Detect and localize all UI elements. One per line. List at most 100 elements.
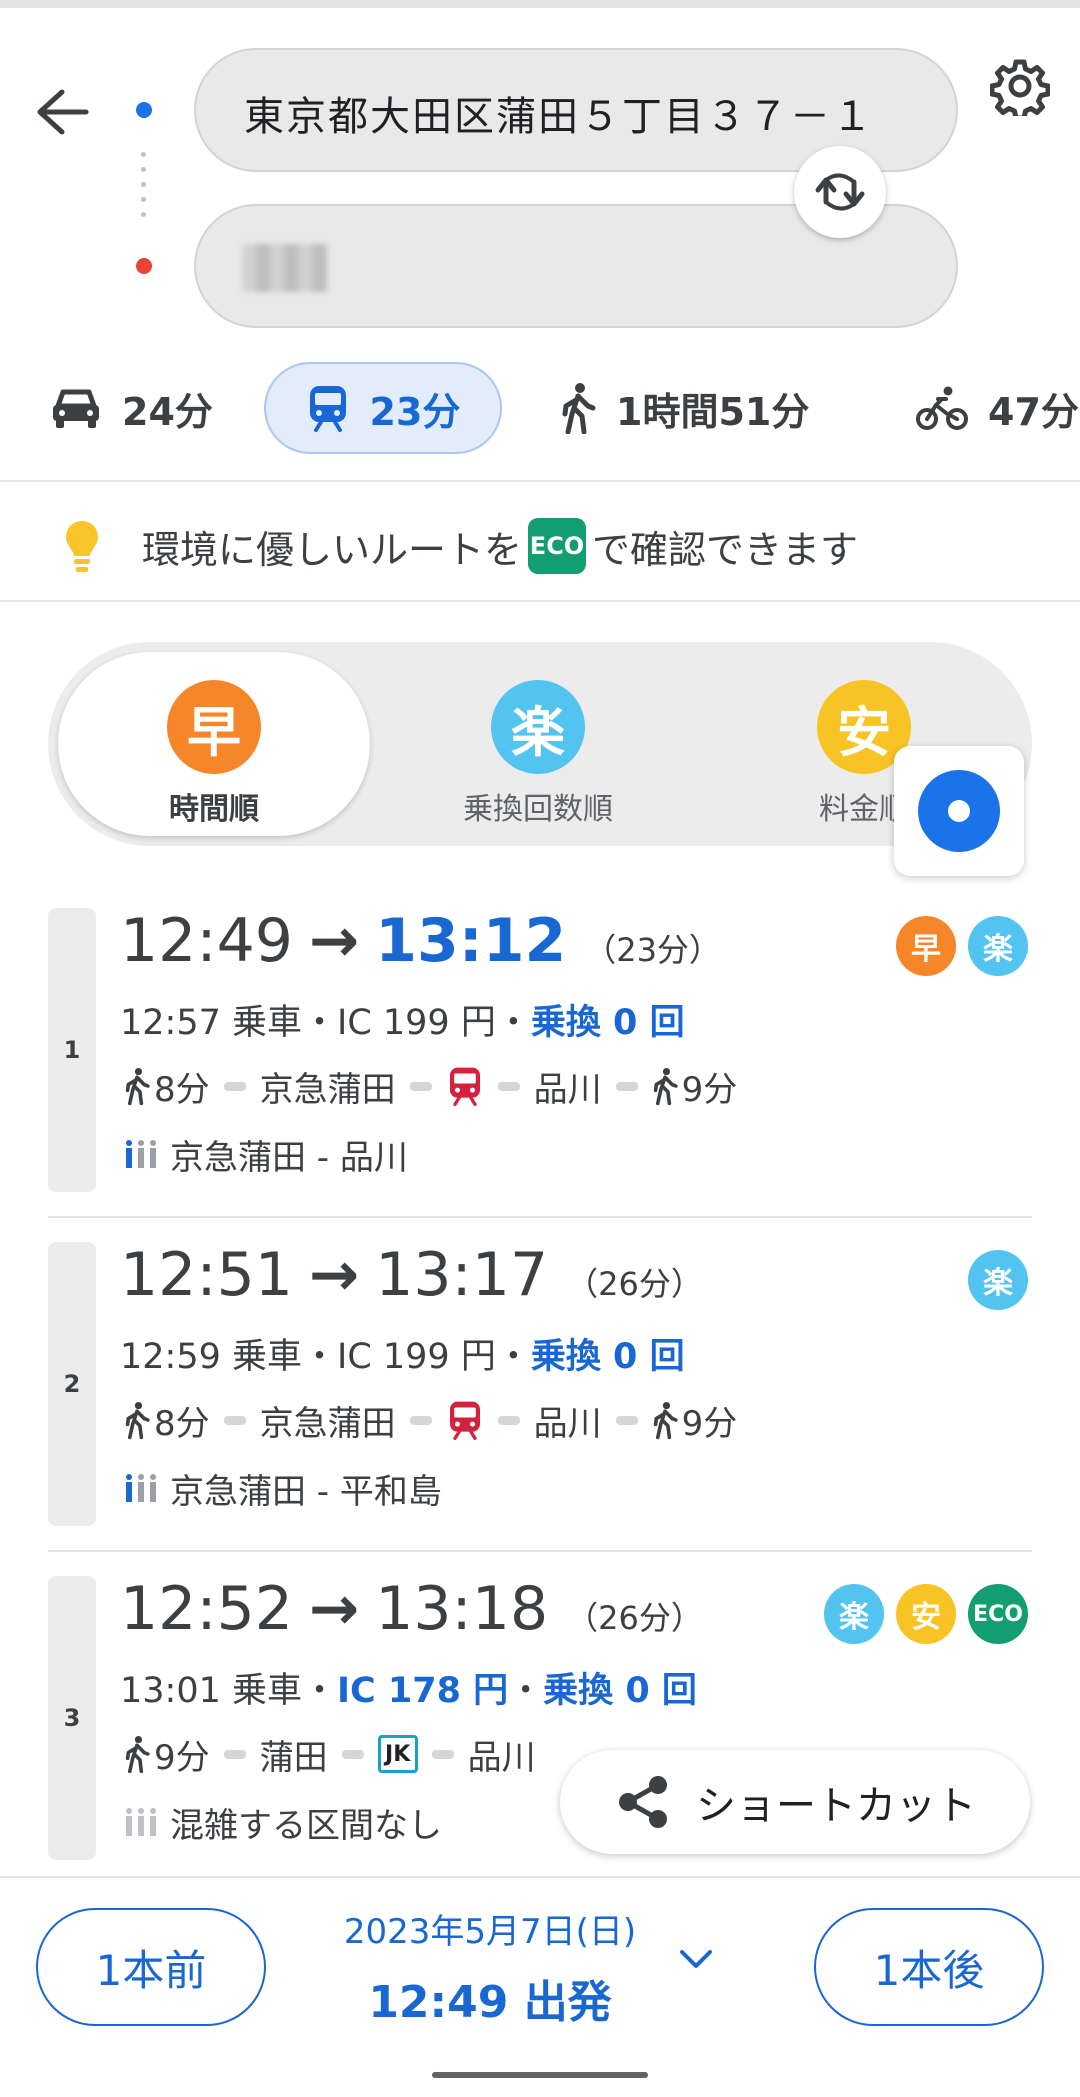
route-duration: （23分） bbox=[584, 931, 721, 969]
chevron-down-icon[interactable] bbox=[676, 1944, 716, 1974]
board-time: 12:57 乗車・ bbox=[120, 1003, 337, 1043]
step-separator bbox=[615, 1415, 638, 1425]
walk-icon bbox=[562, 383, 596, 434]
departure-date[interactable]: 2023年5月7日(日) bbox=[300, 1904, 680, 1953]
mode-transit-tab[interactable]: 23分 bbox=[264, 362, 502, 454]
route-steps: 9分 蒲田 JK 品川 bbox=[124, 1728, 536, 1780]
mode-bike-time: 47分 bbox=[988, 389, 1079, 434]
route-details: 13:01 乗車・IC 178 円・乗換 0 回 bbox=[120, 1662, 697, 1713]
my-location-icon[interactable] bbox=[918, 770, 1000, 852]
badge-easy: 楽 bbox=[968, 1250, 1028, 1310]
my-location-card[interactable] bbox=[894, 746, 1024, 876]
shortcut-button[interactable]: ショートカット bbox=[560, 1750, 1030, 1854]
depart-time: 12:51 bbox=[120, 1240, 293, 1310]
eco-banner-text-post: で確認できます bbox=[592, 527, 859, 572]
mode-walk-time: 1時間51分 bbox=[616, 389, 810, 434]
board-time: 12:59 乗車・ bbox=[120, 1337, 337, 1377]
sort-transfers-label: 乗換回数順 bbox=[463, 792, 613, 827]
route-times: 12:52 → 13:18 （26分） bbox=[120, 1574, 703, 1644]
arrow-icon: → bbox=[308, 1240, 360, 1310]
badge-cheap: 安 bbox=[896, 1584, 956, 1644]
arrive-time: 13:18 bbox=[375, 1574, 549, 1644]
fare: IC 199 円 bbox=[337, 1337, 496, 1377]
shortcut-label: ショートカット bbox=[696, 1783, 976, 1829]
route-badges: 早 楽 bbox=[896, 916, 1028, 976]
destination-redacted-text bbox=[242, 244, 328, 292]
mode-bike-tab[interactable]: 47分 bbox=[916, 362, 1079, 454]
transfers: 乗換 0 回 bbox=[530, 1337, 685, 1377]
sort-transfers-icon: 楽 bbox=[491, 680, 585, 774]
train-icon bbox=[309, 386, 346, 432]
crowd-info: 京急蒲田 - 品川 bbox=[124, 1130, 408, 1178]
crowd-section: 京急蒲田 - 平和島 bbox=[170, 1471, 442, 1512]
route-steps: 8分 京急蒲田 品川 9分 bbox=[124, 1394, 737, 1446]
settings-gear-icon[interactable] bbox=[990, 56, 1050, 116]
mode-car-tab[interactable]: 24分 bbox=[50, 362, 213, 454]
origin-text: 東京都大田区蒲田５丁目３７－１ bbox=[244, 94, 874, 140]
crowd-info: 京急蒲田 - 平和島 bbox=[124, 1464, 442, 1512]
next-train-button[interactable]: 1本後 bbox=[814, 1908, 1044, 2026]
step-separator bbox=[431, 1749, 454, 1759]
walk-duration: 9分 bbox=[681, 1069, 738, 1110]
walk-duration: 8分 bbox=[154, 1403, 210, 1444]
origin-dot-icon bbox=[136, 102, 152, 118]
back-arrow-icon[interactable] bbox=[32, 86, 92, 138]
walk-icon bbox=[653, 1401, 678, 1440]
walk-duration: 9分 bbox=[154, 1737, 210, 1778]
keikyu-train-icon bbox=[449, 1401, 480, 1440]
previous-train-button[interactable]: 1本前 bbox=[36, 1908, 266, 2026]
route-badges: 楽 bbox=[968, 1250, 1028, 1310]
station-from: 蒲田 bbox=[259, 1737, 328, 1778]
sort-by-transfers[interactable]: 楽 乗換回数順 bbox=[428, 680, 648, 828]
transfers: 乗換 0 回 bbox=[530, 1003, 685, 1043]
station-to: 品川 bbox=[533, 1069, 602, 1110]
walk-icon bbox=[125, 1735, 150, 1774]
depart-time: 12:49 bbox=[120, 906, 293, 976]
lightbulb-icon bbox=[66, 521, 98, 572]
fare: IC 199 円 bbox=[337, 1003, 496, 1043]
route-card-2[interactable]: 2 12:51 → 13:17 （26分） 楽 12:59 乗車・IC 199 … bbox=[0, 1218, 1080, 1552]
step-separator bbox=[223, 1415, 246, 1425]
route-badges: 楽 安 ECO bbox=[824, 1584, 1028, 1644]
mode-walk-tab[interactable]: 1時間51分 bbox=[560, 362, 809, 454]
separator: ・ bbox=[495, 1337, 531, 1377]
route-index: 1 bbox=[48, 908, 96, 1192]
swap-icon bbox=[815, 173, 865, 211]
divider bbox=[0, 480, 1080, 482]
station-from: 京急蒲田 bbox=[259, 1403, 396, 1444]
departure-time[interactable]: 12:49 出発 bbox=[300, 1966, 680, 2030]
route-card-1[interactable]: 1 12:49 → 13:12 （23分） 早 楽 12:57 乗車・IC 19… bbox=[0, 884, 1080, 1218]
destination-dot-icon bbox=[136, 258, 152, 274]
walk-icon bbox=[125, 1401, 150, 1440]
eco-chip: ECO bbox=[528, 518, 587, 574]
walk-duration: 8分 bbox=[154, 1069, 210, 1110]
station-to: 品川 bbox=[467, 1737, 536, 1778]
mode-car-time: 24分 bbox=[122, 389, 213, 434]
step-separator bbox=[223, 1749, 246, 1759]
home-indicator[interactable] bbox=[432, 2072, 648, 2078]
crowd-section: 混雑する区間なし bbox=[170, 1805, 442, 1846]
separator: ・ bbox=[495, 1003, 531, 1043]
eco-banner[interactable]: 環境に優しいルートを ECO で確認できます bbox=[62, 512, 858, 580]
route-duration: （26分） bbox=[566, 1265, 703, 1303]
crowd-icon bbox=[126, 1808, 156, 1836]
route-times: 12:51 → 13:17 （26分） bbox=[120, 1240, 703, 1310]
route-times: 12:49 → 13:12 （23分） bbox=[120, 906, 721, 976]
walk-icon bbox=[653, 1067, 678, 1106]
bicycle-icon bbox=[916, 386, 968, 430]
fare: IC 178 円 bbox=[337, 1671, 509, 1711]
step-separator bbox=[409, 1415, 432, 1425]
status-strip bbox=[0, 0, 1080, 8]
car-icon bbox=[53, 389, 99, 428]
swap-button[interactable] bbox=[794, 146, 886, 238]
sort-time-icon: 早 bbox=[167, 680, 261, 774]
step-separator bbox=[341, 1749, 364, 1759]
badge-eco: ECO bbox=[968, 1584, 1028, 1644]
transfers: 乗換 0 回 bbox=[543, 1671, 697, 1711]
sort-by-time[interactable]: 早 時間順 bbox=[104, 680, 324, 828]
route-details: 12:59 乗車・IC 199 円・乗換 0 回 bbox=[120, 1328, 685, 1379]
route-index: 3 bbox=[48, 1576, 96, 1860]
board-time: 13:01 乗車・ bbox=[120, 1671, 337, 1711]
arrow-icon: → bbox=[308, 1574, 360, 1644]
crowd-icon bbox=[126, 1474, 156, 1502]
